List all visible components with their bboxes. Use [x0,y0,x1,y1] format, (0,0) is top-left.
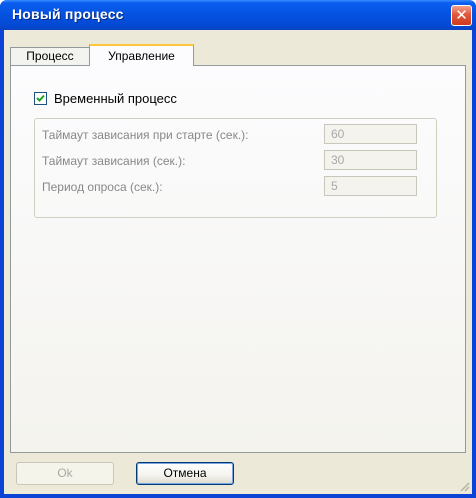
poll-period-label: Период опроса (сек.): [42,180,163,194]
checkmark-icon [36,94,45,102]
temporary-process-checkbox[interactable] [34,92,47,105]
tab-process[interactable]: Процесс [10,47,90,65]
cancel-button[interactable]: Отмена [136,462,234,485]
dialog-window: Новый процесс ✕ Процесс Управление Време… [0,0,476,498]
close-icon: ✕ [455,6,468,24]
hang-timeout-label: Таймаут зависания (сек.): [42,154,186,168]
hang-timeout-field[interactable]: 30 [324,150,417,170]
close-button[interactable]: ✕ [451,5,472,26]
title-bar[interactable]: Новый процесс ✕ [0,0,476,30]
window-title: Новый процесс [12,6,124,22]
ok-button[interactable]: Ok [16,462,114,485]
dialog-client-area: Процесс Управление Временный процесс Тай… [4,30,472,494]
start-timeout-field[interactable]: 60 [324,124,417,144]
tab-control[interactable]: Управление [89,44,194,66]
start-timeout-label: Таймаут зависания при старте (сек.): [42,128,249,142]
poll-period-field[interactable]: 5 [324,176,417,196]
temporary-process-label: Временный процесс [54,91,177,106]
resize-grip-icon[interactable] [458,480,470,492]
